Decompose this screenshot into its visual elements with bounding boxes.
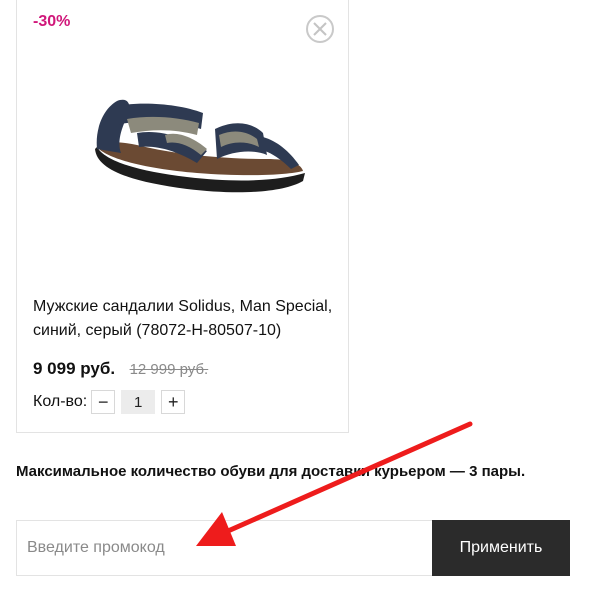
promo-code-form: Применить xyxy=(16,520,570,576)
price-row: 9 099 руб. 12 999 руб. xyxy=(33,359,208,379)
quantity-input[interactable] xyxy=(121,390,156,414)
product-name[interactable]: Мужские сандалии Solidus, Man Special, с… xyxy=(33,295,333,343)
promo-code-input[interactable] xyxy=(16,520,432,576)
increase-quantity-button[interactable]: + xyxy=(161,390,186,414)
decrease-quantity-button[interactable]: − xyxy=(91,390,116,414)
discount-badge: -30% xyxy=(33,13,71,30)
close-icon xyxy=(313,22,327,36)
old-price: 12 999 руб. xyxy=(129,361,209,378)
remove-item-button[interactable] xyxy=(306,15,334,43)
apply-promo-button[interactable]: Применить xyxy=(432,520,570,576)
cart-item-card: -30% Мужские сандалии Solidus, Man Speci… xyxy=(16,0,349,433)
cart-page: -30% Мужские сандалии Solidus, Man Speci… xyxy=(0,0,600,593)
current-price: 9 099 руб. xyxy=(33,359,116,378)
product-image[interactable] xyxy=(67,89,307,219)
delivery-limit-notice: Максимальное количество обуви для достав… xyxy=(16,463,526,480)
quantity-label: Кол-во: xyxy=(33,393,88,410)
quantity-stepper: Кол-во: − + xyxy=(33,390,186,414)
